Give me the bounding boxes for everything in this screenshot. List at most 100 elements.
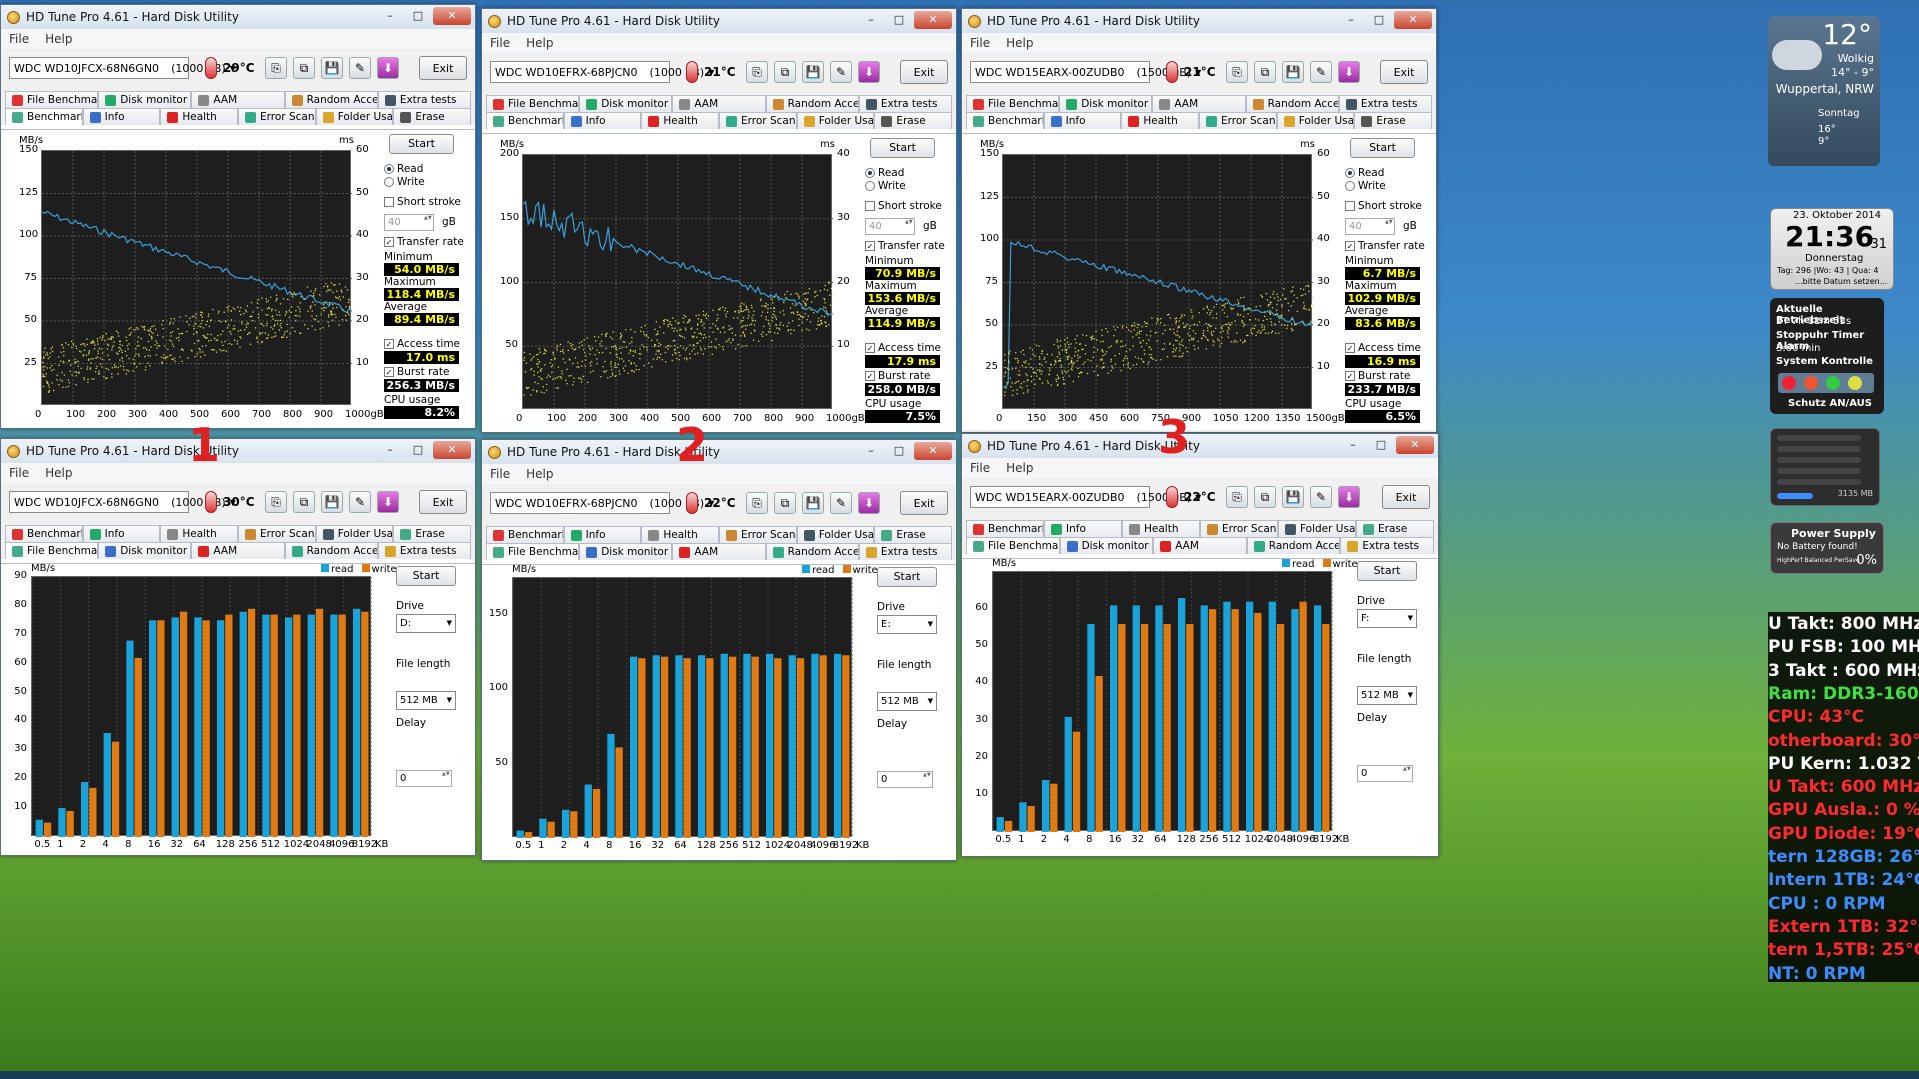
menu-file[interactable]: File <box>9 466 29 480</box>
tab-extra-tests[interactable]: Extra tests <box>1338 95 1433 112</box>
options-button[interactable]: ✎ <box>1310 486 1332 508</box>
minimize-button[interactable]: – <box>1340 436 1366 454</box>
menu-file[interactable]: File <box>490 36 510 50</box>
tab-erase[interactable]: Erase <box>393 108 472 125</box>
download-button[interactable]: ⬇ <box>858 61 880 83</box>
transfer-rate-checkbox[interactable]: ✓ Transfer rate <box>1345 240 1425 252</box>
tab-random-access[interactable]: Random Access <box>1245 95 1339 112</box>
tab-health[interactable]: Health <box>641 526 720 543</box>
tab-folder-usage[interactable]: Folder Usage <box>796 526 875 543</box>
tab-file-benchmark[interactable]: File Benchmark <box>966 537 1060 554</box>
tab-health[interactable]: Health <box>160 108 239 125</box>
tab-health[interactable]: Health <box>1121 112 1200 129</box>
start-button[interactable]: Start <box>396 566 456 586</box>
menu-help[interactable]: Help <box>45 32 72 46</box>
tab-random-access[interactable]: Random Access <box>284 542 378 559</box>
download-button[interactable]: ⬇ <box>858 492 880 514</box>
tab-extra-tests[interactable]: Extra tests <box>858 95 953 112</box>
tab-random-access[interactable]: Random Access <box>284 91 378 108</box>
tab-extra-tests[interactable]: Extra tests <box>377 91 472 108</box>
maximize-button[interactable]: □ <box>886 11 912 29</box>
drive-select[interactable]: WDC WD10EFRX-68PJCN0 (1000 gB) ▼ <box>490 492 714 514</box>
tab-disk-monitor[interactable]: Disk monitor <box>98 91 192 108</box>
copy-button[interactable]: ⎘ <box>265 57 287 79</box>
menu-help[interactable]: Help <box>526 36 553 50</box>
drive-select[interactable]: WDC WD15EARX-00ZUDB0 (1500 gB) ▼ <box>970 486 1201 508</box>
maximize-button[interactable]: □ <box>886 442 912 460</box>
minimize-button[interactable]: – <box>858 442 884 460</box>
short-stroke-spinner[interactable]: 40 <box>865 218 915 235</box>
copy-button[interactable]: ⎘ <box>1226 486 1248 508</box>
tab-error-scan[interactable]: Error Scan <box>719 112 797 129</box>
tab-file-benchmark[interactable]: File Benchmark <box>5 542 99 559</box>
tab-info[interactable]: Info <box>1044 520 1122 537</box>
tab-benchmark[interactable]: Benchmark <box>486 112 564 129</box>
power-controls[interactable] <box>1778 373 1874 393</box>
menu-file[interactable]: File <box>490 467 510 481</box>
delay-spinner[interactable]: 0 <box>1357 765 1413 782</box>
burst-rate-checkbox[interactable]: ✓ Burst rate <box>1345 370 1410 382</box>
drive-letter-select[interactable]: E: <box>877 615 937 634</box>
options-button[interactable]: ✎ <box>830 492 852 514</box>
close-button[interactable]: ✕ <box>914 11 952 29</box>
options-button[interactable]: ✎ <box>349 491 371 513</box>
menu-help[interactable]: Help <box>1006 36 1033 50</box>
tab-erase[interactable]: Erase <box>874 112 953 129</box>
menu-help[interactable]: Help <box>45 466 72 480</box>
close-button[interactable]: ✕ <box>433 441 471 459</box>
tab-error-scan[interactable]: Error Scan <box>1199 112 1277 129</box>
tab-health[interactable]: Health <box>1122 520 1200 537</box>
copy-button[interactable]: ⎘ <box>746 492 768 514</box>
tab-error-scan[interactable]: Error Scan <box>238 525 316 542</box>
download-button[interactable]: ⬇ <box>377 491 399 513</box>
tab-file-benchmark[interactable]: File Benchmark <box>486 95 580 112</box>
tab-aam[interactable]: AAM <box>672 543 766 560</box>
read-radio[interactable]: Read <box>865 167 904 179</box>
file-length-select[interactable]: 512 MB <box>396 691 456 710</box>
save-button[interactable]: 💾 <box>1282 486 1304 508</box>
copy-all-button[interactable]: ⧉ <box>774 492 796 514</box>
exit-button[interactable]: Exit <box>1382 485 1430 509</box>
tab-file-benchmark[interactable]: File Benchmark <box>966 95 1060 112</box>
download-button[interactable]: ⬇ <box>1338 61 1360 83</box>
tab-random-access[interactable]: Random Access <box>765 543 859 560</box>
tab-erase[interactable]: Erase <box>393 525 472 542</box>
tab-aam[interactable]: AAM <box>191 542 285 559</box>
tab-aam[interactable]: AAM <box>672 95 766 112</box>
maximize-button[interactable]: □ <box>405 7 431 25</box>
delay-spinner[interactable]: 0 <box>877 771 933 788</box>
copy-button[interactable]: ⎘ <box>1226 61 1248 83</box>
short-stroke-checkbox[interactable]: Short stroke <box>865 200 942 212</box>
short-stroke-checkbox[interactable]: Short stroke <box>384 196 461 208</box>
tab-info[interactable]: Info <box>563 112 642 129</box>
download-button[interactable]: ⬇ <box>1338 486 1360 508</box>
tab-folder-usage[interactable]: Folder Usage <box>315 525 394 542</box>
file-length-select[interactable]: 512 MB <box>877 692 937 711</box>
tab-folder-usage[interactable]: Folder Usage <box>315 108 394 125</box>
drive-select[interactable]: WDC WD10EFRX-68PJCN0 (1000 gB) ▼ <box>490 61 714 83</box>
menu-file[interactable]: File <box>9 32 29 46</box>
tab-extra-tests[interactable]: Extra tests <box>858 543 953 560</box>
file-length-select[interactable]: 512 MB <box>1357 686 1417 705</box>
exit-button[interactable]: Exit <box>419 56 467 80</box>
access-time-checkbox[interactable]: ✓ Access time <box>1345 342 1421 354</box>
tab-disk-monitor[interactable]: Disk monitor <box>1059 95 1153 112</box>
exit-button[interactable]: Exit <box>900 60 948 84</box>
close-button[interactable]: ✕ <box>433 7 471 25</box>
start-button[interactable]: Start <box>1350 138 1415 158</box>
tab-info[interactable]: Info <box>1043 112 1122 129</box>
tab-disk-monitor[interactable]: Disk monitor <box>579 543 673 560</box>
menu-help[interactable]: Help <box>1006 461 1033 475</box>
close-button[interactable]: ✕ <box>914 442 952 460</box>
start-button[interactable]: Start <box>1357 561 1417 581</box>
sleep-icon[interactable] <box>1826 376 1840 390</box>
tab-disk-monitor[interactable]: Disk monitor <box>579 95 673 112</box>
lock-icon[interactable] <box>1848 376 1862 390</box>
tab-info[interactable]: Info <box>82 108 161 125</box>
tab-extra-tests[interactable]: Extra tests <box>377 542 472 559</box>
maximize-button[interactable]: □ <box>405 441 431 459</box>
tab-random-access[interactable]: Random Access <box>765 95 859 112</box>
power-icon[interactable] <box>1782 376 1796 390</box>
drive-letter-select[interactable]: D: <box>396 614 456 633</box>
options-button[interactable]: ✎ <box>1310 61 1332 83</box>
